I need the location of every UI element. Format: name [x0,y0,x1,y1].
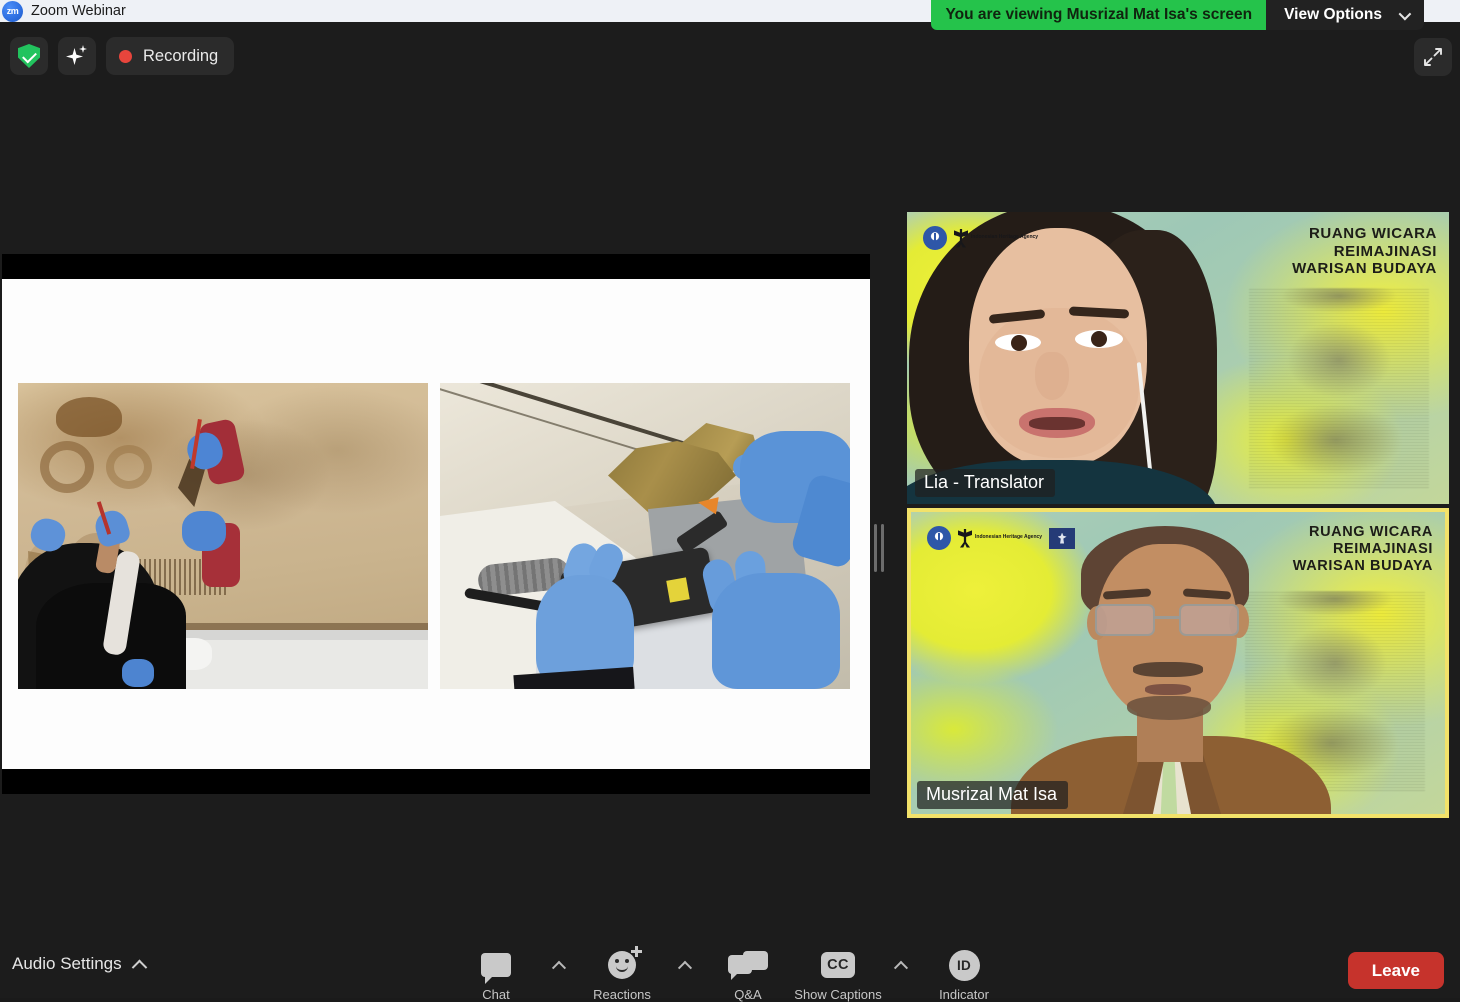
shared-slide [2,279,870,769]
video-tile-translator[interactable]: Indonesian Heritage Agency RUANG WICARA … [907,212,1449,504]
qa-button[interactable]: Q&A [706,948,790,1002]
sparkle-icon [66,45,88,67]
reactions-smiley-icon [608,946,642,982]
green-shield-check-icon [18,44,40,68]
window-title: Zoom Webinar [31,3,126,19]
expand-fullscreen-button[interactable] [1414,38,1452,76]
chevron-up-icon [677,960,693,975]
cc-badge: CC [821,952,855,978]
encryption-status-button[interactable] [10,37,48,75]
participant-name-label: Musrizal Mat Isa [917,781,1069,809]
toolbar-controls: Chat Reactions Q&A CC Show Captions ID I… [0,946,1460,1002]
show-captions-label: Show Captions [794,987,882,1002]
chevron-up-icon [551,960,567,975]
closed-caption-icon: CC [821,948,855,982]
panel-resize-handle[interactable] [872,522,886,574]
zoom-logo-icon: zm [2,0,23,22]
shared-screen-viewer[interactable] [2,254,870,794]
indonesian-heritage-agency-logo: Indonesian Heritage Agency [954,228,1039,248]
ai-companion-button[interactable] [58,37,96,75]
agency-logo-text: Indonesian Heritage Agency [975,534,1043,541]
qa-label: Q&A [734,987,762,1002]
bg-title-line-3: WARISAN BUDAYA [1292,558,1433,575]
virtual-background-title: RUANG WICARA REIMAJINASI WARISAN BUDAYA [1293,524,1433,575]
bg-title-line-2: REIMAJINASI [1332,541,1433,558]
shared-photo-laser-cleaning [440,383,850,689]
virtual-background-title: RUANG WICARA REIMAJINASI WARISAN BUDAYA [1292,225,1437,278]
zoom-meeting-window: Recording You are viewing Musrizal Mat I… [0,0,1460,1002]
recording-label: Recording [143,46,219,65]
show-captions-button[interactable]: CC Show Captions [794,948,882,1002]
shared-photo-conservators [18,383,428,689]
meeting-toolbar: Audio Settings Chat Reactions Q&A CC Sho… [0,940,1460,1002]
chat-options-caret[interactable] [544,960,574,975]
organisation-logos: Indonesian Heritage Agency [923,226,1038,250]
garuda-ministry-logo [927,526,951,550]
video-gallery: Indonesian Heritage Agency RUANG WICARA … [902,212,1454,842]
bg-title-line-1: RUANG WICARA [1308,225,1437,242]
background-statue-graphic [1249,287,1429,488]
chat-label: Chat [482,987,510,1002]
indicator-button[interactable]: ID Indicator [922,948,1006,1002]
share-status-text: You are viewing Musrizal Mat Isa's scree… [931,0,1267,30]
expand-fullscreen-icon [1424,48,1442,66]
garuda-ministry-logo [923,226,947,250]
chat-bubble-icon [481,948,511,984]
bg-title-line-2: REIMAJINASI [1333,242,1437,260]
partner-badge-logo [1049,527,1076,549]
id-badge-icon: ID [948,948,980,982]
screen-share-banner: You are viewing Musrizal Mat Isa's scree… [931,0,1424,30]
indonesian-heritage-agency-logo: Indonesian Heritage Agency [958,528,1043,548]
reactions-button[interactable]: Reactions [580,946,664,1002]
chevron-down-icon [1398,7,1412,20]
reactions-label: Reactions [593,987,651,1002]
recording-dot-icon [119,49,132,63]
agency-logo-text: Indonesian Heritage Agency [971,234,1039,241]
meeting-status-pills: Recording [10,37,235,75]
bg-title-line-1: RUANG WICARA [1309,524,1433,540]
indicator-label: Indicator [939,987,989,1002]
captions-options-caret[interactable] [886,960,916,975]
chevron-up-icon [893,960,909,975]
organisation-logos: Indonesian Heritage Agency [927,526,1076,550]
video-tile-speaker[interactable]: Indonesian Heritage Agency RUANG WICARA … [907,508,1449,818]
qa-double-bubble-icon [728,948,768,982]
chat-button[interactable]: Chat [454,948,538,1002]
bg-title-line-3: WARISAN BUDAYA [1292,260,1437,278]
view-options-button[interactable]: View Options [1266,0,1424,30]
view-options-label: View Options [1284,6,1382,23]
participant-name-label: Lia - Translator [915,469,1056,497]
reactions-options-caret[interactable] [670,960,700,975]
recording-indicator[interactable]: Recording [106,37,235,75]
leave-button[interactable]: Leave [1347,952,1444,989]
id-badge: ID [948,949,980,981]
